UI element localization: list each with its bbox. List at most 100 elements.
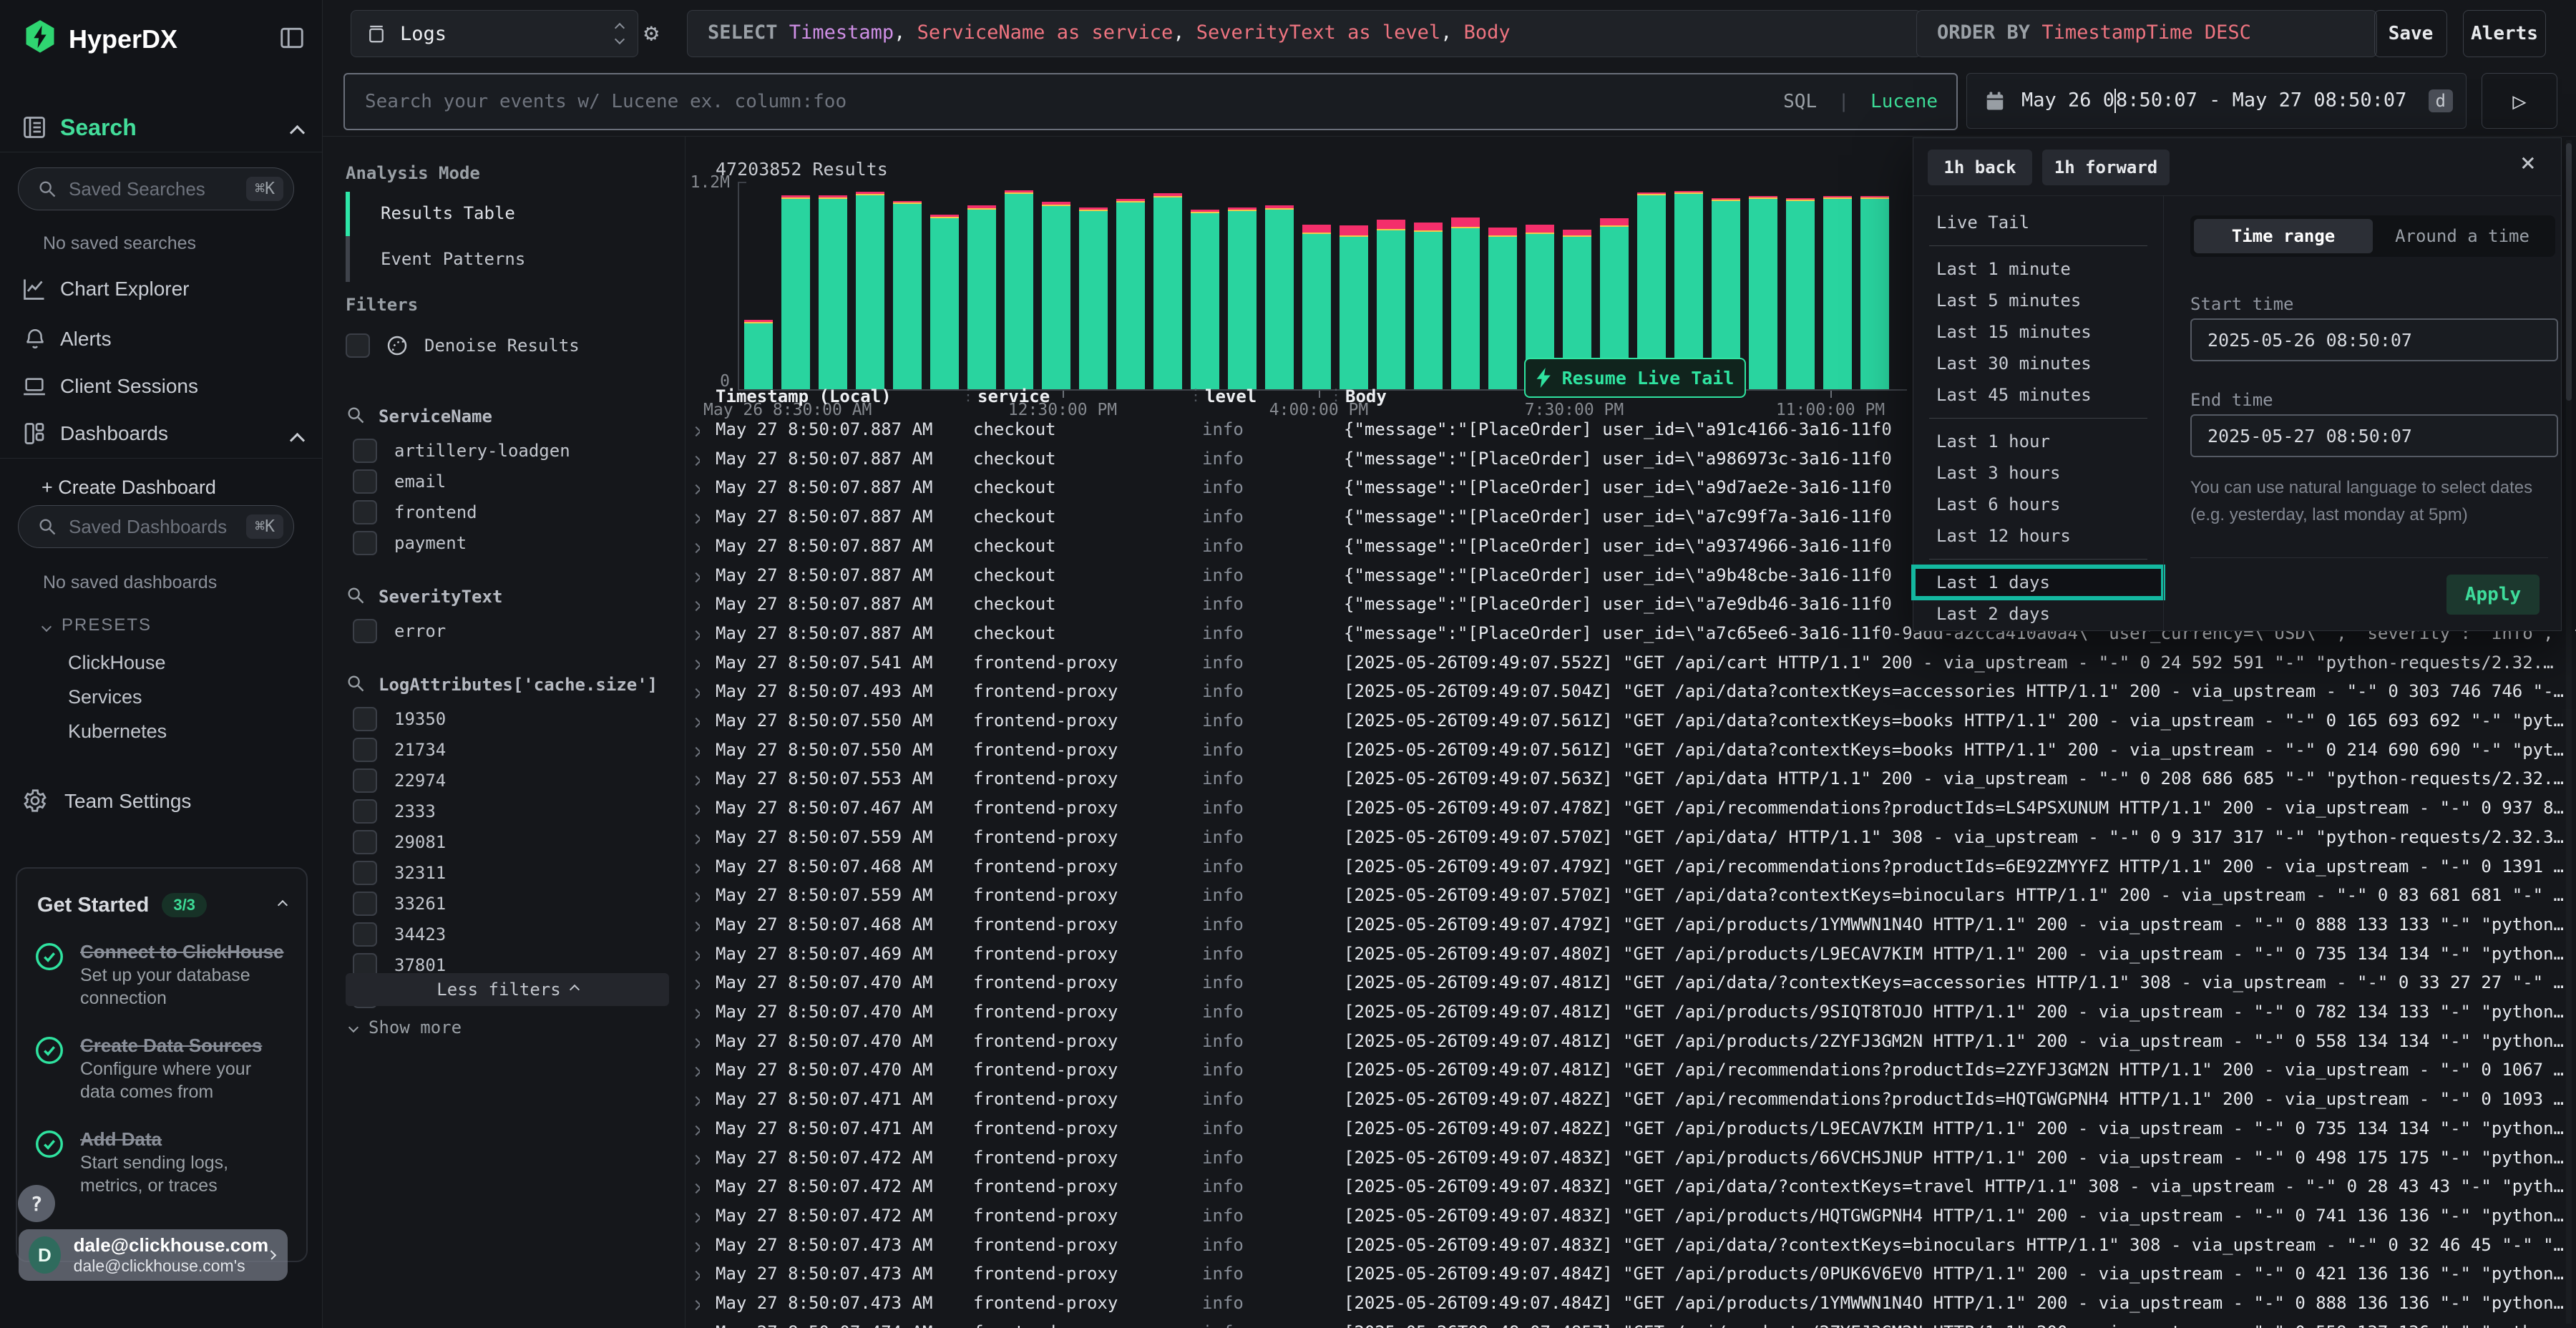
end-time-input[interactable]: 2025-05-27 08:50:07 — [2190, 414, 2558, 457]
table-row[interactable]: May 27 8:50:07.473 AMfrontend-proxyinfo[… — [686, 1231, 2576, 1260]
apply-button[interactable]: Apply — [2446, 575, 2540, 615]
presets-section-toggle[interactable]: PRESETS — [43, 615, 152, 635]
time-preset-item[interactable]: Last 1 hour — [1913, 426, 2163, 457]
row-expand-chevron-icon[interactable] — [693, 1231, 700, 1260]
row-expand-chevron-icon[interactable] — [693, 1318, 700, 1328]
table-row[interactable]: May 27 8:50:07.550 AMfrontend-proxyinfo[… — [686, 736, 2576, 765]
table-row[interactable]: May 27 8:50:07.471 AMfrontend-proxyinfo[… — [686, 1085, 2576, 1114]
saved-dashboards-input[interactable]: Saved Dashboards ⌘K — [18, 505, 294, 548]
tab-around-a-time[interactable]: Around a time — [2373, 219, 2552, 253]
filter-checkbox[interactable] — [353, 892, 377, 916]
column-drag-handle[interactable]: ⋮ — [1188, 386, 1202, 404]
table-row[interactable]: May 27 8:50:07.467 AMfrontend-proxyinfo[… — [686, 794, 2576, 823]
sidebar-preset-item[interactable]: Kubernetes — [68, 714, 311, 748]
show-more-button[interactable]: Show more — [346, 1011, 675, 1044]
row-expand-chevron-icon[interactable] — [693, 939, 700, 969]
get-started-collapse-chevron-icon[interactable] — [278, 900, 288, 910]
alerts-button[interactable]: Alerts — [2463, 10, 2546, 57]
table-row[interactable]: May 27 8:50:07.559 AMfrontend-proxyinfo[… — [686, 823, 2576, 852]
time-preset-item[interactable]: Last 2 days — [1913, 598, 2163, 630]
histogram-bar[interactable] — [930, 215, 959, 389]
col-body[interactable]: Body — [1345, 386, 1387, 406]
time-preset-item[interactable]: Last 1 days — [1913, 567, 2163, 598]
create-dashboard-button[interactable]: + Create Dashboard — [42, 477, 216, 499]
filter-value-row[interactable]: email — [346, 466, 675, 497]
row-expand-chevron-icon[interactable] — [693, 677, 700, 706]
user-account-chip[interactable]: D dale@clickhouse.com dale@clickhouse.co… — [19, 1229, 288, 1281]
search-icon[interactable] — [346, 585, 366, 608]
histogram-bar[interactable] — [744, 320, 773, 389]
table-row[interactable]: May 27 8:50:07.471 AMfrontend-proxyinfo[… — [686, 1114, 2576, 1143]
filter-value-row[interactable]: 21734 — [346, 734, 675, 765]
table-row[interactable]: May 27 8:50:07.472 AMfrontend-proxyinfo[… — [686, 1172, 2576, 1201]
table-row[interactable]: May 27 8:50:07.468 AMfrontend-proxyinfo[… — [686, 852, 2576, 882]
table-row[interactable]: May 27 8:50:07.470 AMfrontend-proxyinfo[… — [686, 997, 2576, 1027]
row-expand-chevron-icon[interactable] — [693, 415, 700, 444]
time-back-button[interactable]: 1h back — [1928, 150, 2032, 185]
tab-time-range[interactable]: Time range — [2194, 219, 2373, 253]
save-button[interactable]: Save — [2374, 10, 2447, 57]
table-row[interactable]: May 27 8:50:07.493 AMfrontend-proxyinfo[… — [686, 677, 2576, 706]
time-forward-button[interactable]: 1h forward — [2042, 150, 2170, 185]
row-expand-chevron-icon[interactable] — [693, 1055, 700, 1085]
run-query-button[interactable]: ▷ — [2482, 73, 2557, 129]
histogram-bar[interactable] — [1823, 196, 1852, 389]
histogram-bar[interactable] — [893, 201, 922, 389]
histogram-bar[interactable] — [1265, 205, 1294, 389]
row-expand-chevron-icon[interactable] — [693, 852, 700, 882]
filter-checkbox[interactable] — [353, 500, 377, 524]
row-expand-chevron-icon[interactable] — [693, 590, 700, 619]
row-expand-chevron-icon[interactable] — [693, 502, 700, 532]
time-preset-item[interactable]: Last 15 minutes — [1913, 316, 2163, 348]
source-settings-gear-icon[interactable]: ⚙ — [644, 19, 658, 47]
histogram-bar[interactable] — [1377, 220, 1405, 389]
dashboards-collapse-chevron-icon[interactable] — [290, 433, 305, 448]
search-icon[interactable] — [346, 673, 366, 696]
row-expand-chevron-icon[interactable] — [693, 1085, 700, 1114]
row-expand-chevron-icon[interactable] — [693, 648, 700, 678]
row-expand-chevron-icon[interactable] — [693, 561, 700, 590]
row-expand-chevron-icon[interactable] — [693, 706, 700, 736]
filter-checkbox[interactable] — [353, 799, 377, 824]
table-row[interactable]: May 27 8:50:07.474 AMfrontend-proxyinfo[… — [686, 1318, 2576, 1328]
table-row[interactable]: May 27 8:50:07.473 AMfrontend-proxyinfo[… — [686, 1259, 2576, 1289]
row-expand-chevron-icon[interactable] — [693, 910, 700, 939]
filter-value-row[interactable]: 22974 — [346, 765, 675, 796]
histogram-bar[interactable] — [1451, 218, 1480, 389]
filter-checkbox[interactable] — [353, 531, 377, 555]
histogram-bar[interactable] — [1228, 208, 1257, 389]
search-collapse-chevron-icon[interactable] — [290, 125, 305, 140]
time-preset-item[interactable]: Live Tail — [1913, 207, 2163, 238]
filter-value-row[interactable]: 29081 — [346, 826, 675, 857]
row-expand-chevron-icon[interactable] — [693, 1143, 700, 1173]
filter-checkbox[interactable] — [353, 922, 377, 947]
col-level[interactable]: level — [1205, 386, 1257, 406]
filter-checkbox[interactable] — [353, 439, 377, 463]
column-drag-handle[interactable]: ⋮ — [960, 386, 975, 404]
histogram-bar[interactable] — [856, 192, 884, 389]
row-expand-chevron-icon[interactable] — [693, 532, 700, 561]
row-expand-chevron-icon[interactable] — [693, 1027, 700, 1056]
get-started-item[interactable]: Connect to ClickHouseSet up your databas… — [17, 924, 306, 1018]
scrollbar[interactable] — [2566, 140, 2572, 1324]
get-started-item[interactable]: Create Data SourcesConfigure where your … — [17, 1018, 306, 1112]
row-expand-chevron-icon[interactable] — [693, 1201, 700, 1231]
row-expand-chevron-icon[interactable] — [693, 1259, 700, 1289]
histogram-bar[interactable] — [1786, 198, 1815, 389]
histogram-bar[interactable] — [1340, 225, 1368, 389]
sidebar-preset-item[interactable]: ClickHouse — [68, 645, 311, 680]
histogram-bar[interactable] — [1302, 225, 1331, 389]
start-time-input[interactable]: 2025-05-26 08:50:07 — [2190, 318, 2558, 361]
col-service[interactable]: service — [977, 386, 1050, 406]
row-expand-chevron-icon[interactable] — [693, 823, 700, 852]
filter-checkbox[interactable] — [353, 768, 377, 793]
filter-value-row[interactable]: 33261 — [346, 888, 675, 919]
filter-value-row[interactable]: 19350 — [346, 703, 675, 734]
time-preset-item[interactable]: Last 30 minutes — [1913, 348, 2163, 379]
histogram-bar[interactable] — [967, 205, 996, 389]
histogram-bar[interactable] — [1116, 199, 1145, 389]
row-expand-chevron-icon[interactable] — [693, 1289, 700, 1318]
filter-checkbox[interactable] — [353, 738, 377, 762]
row-expand-chevron-icon[interactable] — [693, 473, 700, 502]
query-language-toggle[interactable]: SQL | Lucene — [1783, 91, 1938, 112]
